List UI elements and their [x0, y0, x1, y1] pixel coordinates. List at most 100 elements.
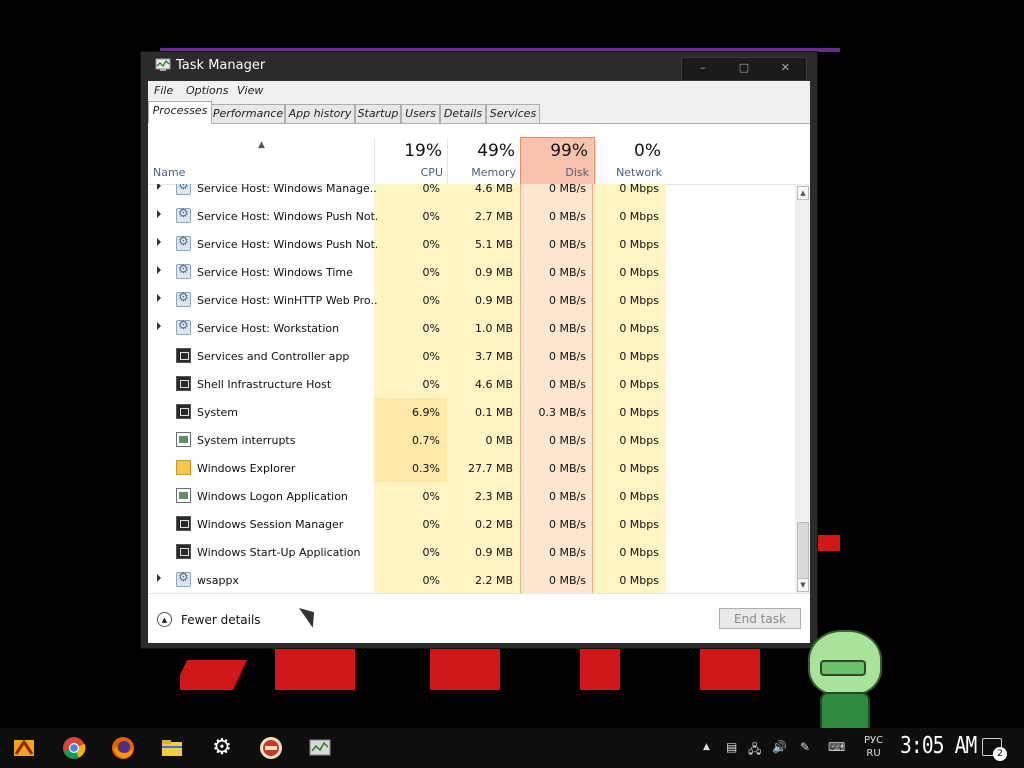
- table-row[interactable]: Windows Logon Application 0% 2.3 MB 0 MB/s 0…: [148, 482, 795, 510]
- process-mem-value: 27.7 MB: [467, 462, 513, 475]
- language-indicator[interactable]: РУС RU: [864, 734, 883, 760]
- process-name: System interrupts: [197, 434, 296, 447]
- tray-chevron-icon[interactable]: ▲: [703, 742, 710, 752]
- table-row[interactable]: Services and Controller app 0% 3.7 MB 0 MB/…: [148, 342, 795, 370]
- table-row[interactable]: Service Host: Workstation 0% 1.0 MB 0 MB/s 0…: [148, 314, 795, 342]
- process-cpu-value: 6.9%: [412, 406, 440, 419]
- processes-panel: ▲ Name 19% CPU 49% Memory 99% Disk 0% Ne…: [148, 123, 810, 643]
- table-row[interactable]: Service Host: Windows Push Not... 0% 5.1 M…: [148, 230, 795, 258]
- table-row[interactable]: Windows Session Manager 0% 0.2 MB 0 MB/s 0 M…: [148, 510, 795, 538]
- process-disk-value: 0 MB/s: [549, 294, 586, 307]
- tab-app-history[interactable]: App history: [285, 104, 355, 124]
- column-header-row: ▲ Name 19% CPU 49% Memory 99% Disk 0% Ne…: [148, 124, 810, 185]
- column-network-header[interactable]: 0% Network: [593, 138, 667, 184]
- chevron-up-icon[interactable]: ▲: [157, 612, 172, 627]
- scroll-down-icon[interactable]: ▼: [797, 578, 809, 592]
- expand-chevron-icon[interactable]: [157, 238, 161, 246]
- process-net-value: 0 Mbps: [619, 378, 659, 391]
- process-mem-value: 2.7 MB: [474, 210, 513, 223]
- app-icon: [176, 516, 191, 531]
- expand-chevron-icon[interactable]: [157, 322, 161, 330]
- scroll-thumb[interactable]: [797, 522, 809, 580]
- expand-chevron-icon[interactable]: [157, 210, 161, 218]
- game-icon[interactable]: [259, 736, 283, 760]
- fewer-details-link[interactable]: Fewer details: [181, 613, 261, 627]
- tab-details[interactable]: Details: [440, 104, 486, 124]
- table-row[interactable]: Service Host: Windows Time 0% 0.9 MB 0 MB/s…: [148, 258, 795, 286]
- menu-file[interactable]: File: [154, 84, 173, 97]
- keyboard-icon[interactable]: ⌨: [828, 740, 845, 754]
- firefox-icon[interactable]: [111, 736, 135, 760]
- process-disk-value: 0 MB/s: [549, 490, 586, 503]
- menu-view[interactable]: View: [237, 84, 263, 97]
- process-disk-value: 0 MB/s: [549, 462, 586, 475]
- table-row[interactable]: Windows Start-Up Application 0% 0.9 MB 0 MB…: [148, 538, 795, 566]
- gear-icon: [176, 234, 191, 251]
- table-row[interactable]: Service Host: Windows Manage... 0% 4.6 MB 0…: [148, 184, 795, 202]
- file-explorer-icon[interactable]: [160, 736, 184, 760]
- close-button[interactable]: ✕: [765, 58, 806, 80]
- volume-icon[interactable]: 🔊: [772, 740, 787, 754]
- gear-icon: [176, 318, 191, 335]
- process-disk-value: 0 MB/s: [549, 266, 586, 279]
- column-memory-header[interactable]: 49% Memory: [447, 138, 521, 184]
- process-name: Service Host: WinHTTP Web Pro...: [197, 294, 377, 307]
- maximize-button[interactable]: □: [723, 58, 764, 80]
- column-disk-header[interactable]: 99% Disk: [520, 137, 595, 185]
- network-icon[interactable]: 🖧: [748, 740, 761, 761]
- process-name: Windows Session Manager: [197, 518, 344, 531]
- expand-chevron-icon[interactable]: [157, 294, 161, 302]
- notifications-icon[interactable]: 2: [982, 738, 1007, 761]
- vertical-scrollbar[interactable]: ▲ ▼: [795, 184, 810, 593]
- sort-up-icon[interactable]: ▲: [258, 140, 265, 150]
- footer-bar: ▲ Fewer details End task: [148, 593, 810, 644]
- end-task-button[interactable]: End task: [719, 608, 801, 629]
- process-net-value: 0 Mbps: [619, 322, 659, 335]
- column-cpu-header[interactable]: 19% CPU: [374, 138, 448, 184]
- table-row[interactable]: wsappx 0% 2.2 MB 0 MB/s 0 Mbps: [148, 566, 795, 593]
- tab-users[interactable]: Users: [401, 104, 440, 124]
- expand-chevron-icon[interactable]: [157, 184, 161, 190]
- process-net-value: 0 Mbps: [619, 434, 659, 447]
- table-row[interactable]: System interrupts 0.7% 0 MB 0 MB/s 0 Mbps: [148, 426, 795, 454]
- process-mem-value: 4.6 MB: [474, 184, 513, 195]
- title-bar[interactable]: Task Manager – □ ✕: [141, 52, 817, 81]
- start-icon[interactable]: [12, 736, 36, 760]
- process-net-value: 0 Mbps: [619, 184, 659, 195]
- table-row[interactable]: Service Host: Windows Push Not... 0% 2.7 M…: [148, 202, 795, 230]
- scroll-up-icon[interactable]: ▲: [797, 186, 809, 200]
- process-disk-value: 0 MB/s: [549, 378, 586, 391]
- app-icon: [176, 544, 191, 559]
- clock[interactable]: 3:05 AM: [900, 733, 977, 759]
- process-name: Service Host: Windows Time: [197, 266, 353, 279]
- table-row[interactable]: Windows Explorer 0.3% 27.7 MB 0 MB/s 0 Mbps: [148, 454, 795, 482]
- tab-processes[interactable]: Processes: [148, 101, 212, 124]
- chrome-icon[interactable]: [62, 736, 86, 760]
- table-row[interactable]: Shell Infrastructure Host 0% 4.6 MB 0 MB/s 0…: [148, 370, 795, 398]
- process-name: Windows Explorer: [197, 462, 296, 475]
- task-manager-taskbar-icon[interactable]: [308, 736, 332, 760]
- process-mem-value: 0.9 MB: [474, 546, 513, 559]
- disk-total: 99%: [550, 141, 588, 161]
- settings-gear-icon[interactable]: ⚙: [210, 736, 234, 760]
- pen-icon[interactable]: ✎: [800, 740, 810, 754]
- column-name-header[interactable]: Name: [153, 166, 185, 179]
- tab-startup[interactable]: Startup: [355, 104, 401, 124]
- expand-chevron-icon[interactable]: [157, 574, 161, 582]
- gear-icon: [176, 570, 191, 587]
- tray-device-icon[interactable]: ▤: [726, 740, 737, 754]
- process-disk-value: 0 MB/s: [549, 434, 586, 447]
- disk-label: Disk: [565, 166, 589, 179]
- process-name: Windows Start-Up Application: [197, 546, 361, 559]
- tab-performance[interactable]: Performance: [211, 104, 285, 124]
- tab-services[interactable]: Services: [486, 104, 540, 124]
- table-row[interactable]: Service Host: WinHTTP Web Pro... 0% 0.9 MB…: [148, 286, 795, 314]
- process-cpu-value: 0%: [422, 350, 440, 363]
- gear-icon: [176, 206, 191, 223]
- expand-chevron-icon[interactable]: [157, 266, 161, 274]
- menu-options[interactable]: Options: [186, 84, 228, 97]
- process-mem-value: 1.0 MB: [474, 322, 513, 335]
- table-row[interactable]: System 6.9% 0.1 MB 0.3 MB/s 0 Mbps: [148, 398, 795, 426]
- minimize-button[interactable]: –: [682, 58, 723, 80]
- process-disk-value: 0.3 MB/s: [538, 406, 586, 419]
